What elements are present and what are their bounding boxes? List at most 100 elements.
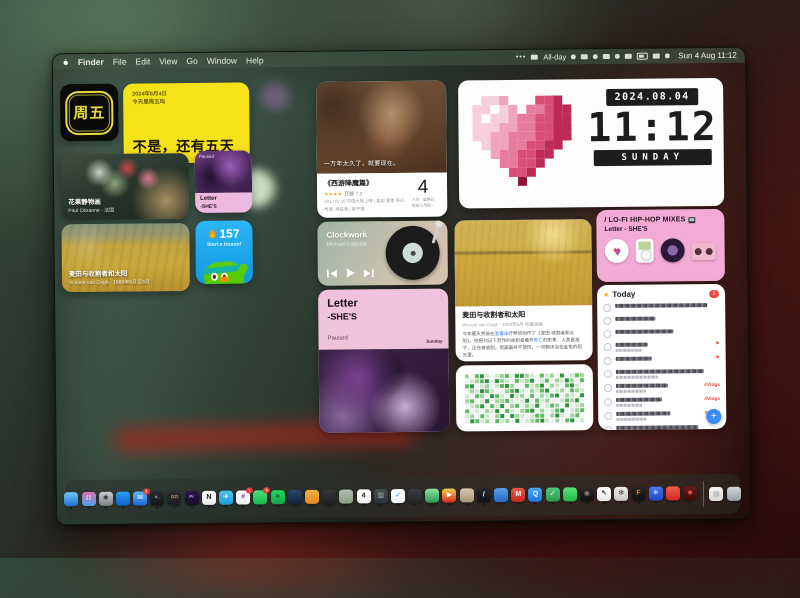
cezanne-painting-widget[interactable]: 花果静物画 Paul Cézanne · 法国 (61, 153, 190, 220)
dock-app-dark-app[interactable] (322, 489, 337, 506)
pixel-grid-widget[interactable] (456, 364, 594, 431)
red-app-icon[interactable] (666, 486, 680, 500)
dock-app-bird-app[interactable] (459, 488, 474, 505)
todo-item[interactable]: ⚑ (604, 341, 720, 352)
dock-app-spotify[interactable]: ≈ (270, 490, 285, 507)
camera-dark-icon[interactable]: ◉ (580, 487, 594, 501)
calendar-icon[interactable]: 4 (356, 489, 370, 503)
dock-app-finder[interactable] (64, 492, 79, 509)
dock-app-f-app[interactable]: F (631, 486, 646, 503)
potplayer-icon[interactable]: ▶ (442, 488, 456, 502)
documents-icon[interactable]: ▤ (709, 487, 723, 501)
menu-overflow-icon[interactable]: ••• (516, 54, 526, 61)
todo-checkbox[interactable] (604, 384, 612, 392)
todo-item[interactable] (603, 315, 719, 325)
dock-app-documents[interactable]: ▤ (709, 487, 724, 501)
dock-app-launchpad[interactable]: ∷ (81, 491, 96, 508)
wifi-icon[interactable] (625, 54, 632, 59)
letter-large-music-widget[interactable]: Letter -SHE'S Paused ····· Sunday (318, 289, 449, 433)
description-link[interactable]: 圣雷米 (495, 331, 509, 336)
spotlight-icon[interactable] (615, 54, 620, 59)
dock-app-potplayer[interactable]: ▶ (442, 488, 457, 505)
todo-checkbox[interactable] (604, 357, 612, 365)
messages-icon[interactable] (563, 487, 577, 501)
menu-item-help[interactable]: Help (246, 55, 264, 65)
shield-icon[interactable]: ✓ (546, 487, 560, 501)
notion-icon[interactable]: N (202, 490, 216, 504)
todo-checkbox[interactable] (604, 343, 612, 351)
dock-app-docs-blue[interactable] (493, 487, 508, 504)
chatgpt-icon[interactable]: ✻ (614, 486, 628, 500)
dock-app-qq[interactable]: Q (528, 487, 543, 504)
todo-item[interactable] (604, 368, 720, 379)
menu-item-edit[interactable]: Edit (135, 56, 150, 66)
sage-app-icon[interactable] (339, 489, 353, 503)
todo-checkbox[interactable] (604, 370, 612, 378)
finder-icon[interactable] (64, 492, 78, 506)
navy-app-icon[interactable] (288, 489, 302, 503)
all-day-label[interactable]: All-day (543, 52, 566, 61)
menu-clock[interactable]: Sun 4 Aug 11:12 (678, 51, 737, 61)
user-switch-icon[interactable] (665, 53, 670, 58)
spotify-icon[interactable]: ≈ (271, 490, 285, 504)
lofi-playlist-widget[interactable]: / LO-FI HIP-HOP MIXES Letter - SHE'S ♥ (596, 209, 725, 282)
focus-icon[interactable] (603, 54, 610, 59)
wechat-icon[interactable]: 3 (253, 490, 267, 504)
bird-app-icon[interactable] (460, 488, 474, 502)
dark-app-icon[interactable] (322, 489, 336, 503)
stats-icon[interactable]: ▥ (374, 489, 388, 503)
dock-app-snowflake-app[interactable]: ✳ (648, 486, 663, 503)
slack-icon[interactable]: #1 (236, 490, 250, 504)
f-app-icon[interactable]: F (631, 486, 645, 500)
movie-calendar-widget[interactable]: 一万年太久了，就要现在。 《西游降魔篇》 ★★★★豆瓣 7.2 2013.02.… (316, 81, 447, 218)
play-button[interactable] (346, 268, 355, 277)
pixel-clock-widget[interactable]: 2024.08.04 11:12 SUNDAY (458, 78, 724, 209)
menu-item-finder[interactable]: Finder (78, 56, 104, 66)
todo-checkbox[interactable] (604, 426, 612, 430)
todo-checkbox[interactable] (604, 412, 612, 420)
settings-icon[interactable]: ✱ (99, 491, 113, 505)
dock-app-notion[interactable]: N (201, 490, 216, 507)
dock-app-mail[interactable]: ✉2 (133, 491, 148, 508)
todo-tag[interactable]: #Vlogs (704, 382, 720, 387)
qq-icon[interactable]: Q (528, 487, 542, 501)
dock-app-mweb[interactable]: M (511, 487, 526, 504)
mweb-icon[interactable]: M (511, 487, 525, 501)
clockwork-player-widget[interactable]: Clockwork Michael Logozar (317, 221, 448, 286)
todo-widget[interactable]: ★ Today 5 ⚑⚑#Vlogs#Vlogs#Vlogs + (597, 284, 726, 430)
now-playing-icon[interactable] (531, 55, 538, 60)
dock-app-chatgpt[interactable]: ✻ (614, 486, 629, 503)
things-icon[interactable]: ✓ (391, 488, 405, 502)
dock-app-bear[interactable] (304, 489, 319, 506)
dock-app-red-app[interactable] (665, 486, 680, 503)
keyboard-icon[interactable] (593, 54, 598, 59)
menu-item-window[interactable]: Window (207, 55, 237, 65)
todo-item[interactable] (603, 302, 719, 312)
dock-app-notes-dark[interactable] (408, 488, 423, 505)
dock-app-camera-dark[interactable]: ◉ (579, 487, 594, 504)
dock-app-slash-app[interactable]: / (476, 488, 491, 505)
dock-app-cursor-app[interactable]: ↖ (597, 486, 612, 503)
docs-blue-icon[interactable] (494, 487, 508, 501)
todo-item[interactable]: #Vlogs (604, 410, 720, 421)
dock-app-settings[interactable]: ✱ (98, 491, 113, 508)
wheatfield-info-widget[interactable]: 麦田与收割者和太阳 Vincent van Gogh · 1889年6月 布面油… (454, 219, 592, 361)
letter-small-music-widget[interactable]: Paused Letter -SHE'S (195, 150, 253, 213)
darkred-app-icon[interactable]: ◆ (683, 486, 697, 500)
menu-item-view[interactable]: View (159, 56, 177, 66)
dock-app-premiere[interactable]: Pr (184, 490, 199, 507)
todo-item[interactable] (603, 328, 719, 338)
todo-item[interactable]: #Vlogs (604, 396, 720, 407)
go-app-icon[interactable]: GO (167, 491, 181, 505)
dock-app-shield[interactable]: ✓ (545, 487, 560, 504)
dock-app-sphere[interactable] (425, 488, 440, 505)
snowflake-app-icon[interactable]: ✳ (649, 486, 663, 500)
dock-app-things[interactable]: ✓ (390, 488, 405, 505)
battery-icon[interactable] (637, 53, 648, 60)
todo-item[interactable]: ⚑ (604, 355, 720, 365)
add-task-button[interactable]: + (706, 409, 721, 424)
todo-checkbox[interactable] (603, 317, 611, 325)
dock-app-terminal[interactable]: >_ (150, 491, 165, 508)
dock-app-wechat[interactable]: 3 (253, 490, 268, 507)
dock-app-messages[interactable] (562, 487, 577, 504)
